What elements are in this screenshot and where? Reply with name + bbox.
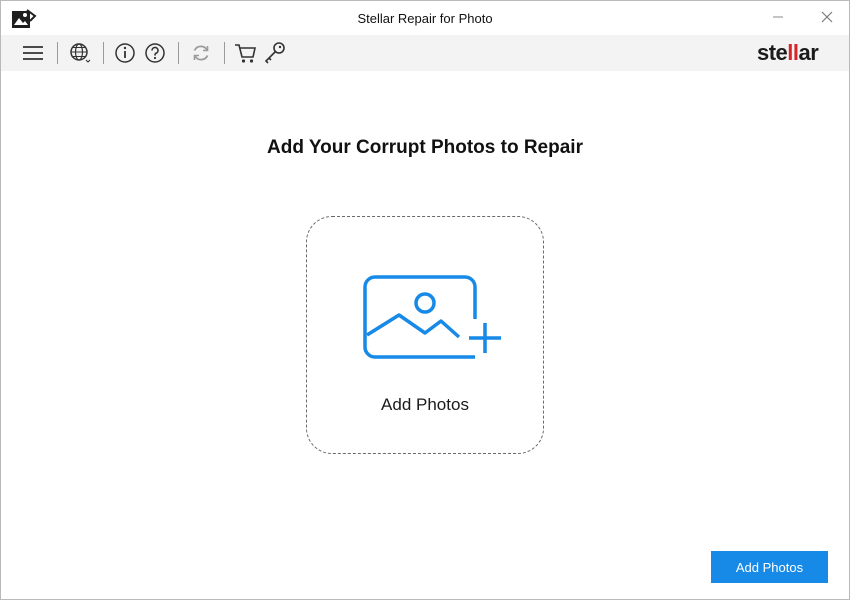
add-photos-dropzone[interactable]: Add Photos: [306, 216, 544, 454]
toolbar-divider: [224, 42, 225, 64]
update-button[interactable]: [189, 41, 213, 65]
title-bar: Stellar Repair for Photo: [1, 1, 849, 35]
language-button[interactable]: [68, 41, 92, 65]
info-icon: [115, 43, 135, 63]
brand-suffix: ar: [798, 40, 819, 65]
brand-highlight: ll: [787, 40, 799, 65]
window-title: Stellar Repair for Photo: [357, 11, 493, 26]
toolbar-divider: [57, 42, 58, 64]
toolbar: stellar: [1, 35, 849, 71]
globe-icon: [70, 43, 91, 63]
brand-prefix: ste: [757, 40, 788, 65]
key-icon: [264, 42, 285, 64]
minimize-button[interactable]: [763, 4, 793, 30]
close-button[interactable]: [812, 4, 842, 30]
minimize-icon: [773, 16, 783, 18]
activate-button[interactable]: [263, 41, 287, 65]
close-icon: [821, 11, 833, 23]
buy-button[interactable]: [234, 41, 258, 65]
toolbar-divider: [178, 42, 179, 64]
page-heading: Add Your Corrupt Photos to Repair: [267, 137, 583, 158]
dropzone-label: Add Photos: [381, 395, 469, 414]
add-photos-button[interactable]: Add Photos: [711, 551, 828, 583]
brand-logo: stellar: [757, 40, 819, 66]
app-window: Stellar Repair for Photo stellar Add You…: [0, 0, 850, 600]
menu-icon: [23, 46, 43, 60]
menu-button[interactable]: [21, 41, 45, 65]
add-photo-icon: [363, 275, 501, 359]
cart-icon: [235, 44, 256, 63]
info-button[interactable]: [113, 41, 137, 65]
refresh-icon: [193, 45, 209, 61]
toolbar-divider: [103, 42, 104, 64]
help-button[interactable]: [143, 41, 167, 65]
help-icon: [145, 43, 165, 63]
